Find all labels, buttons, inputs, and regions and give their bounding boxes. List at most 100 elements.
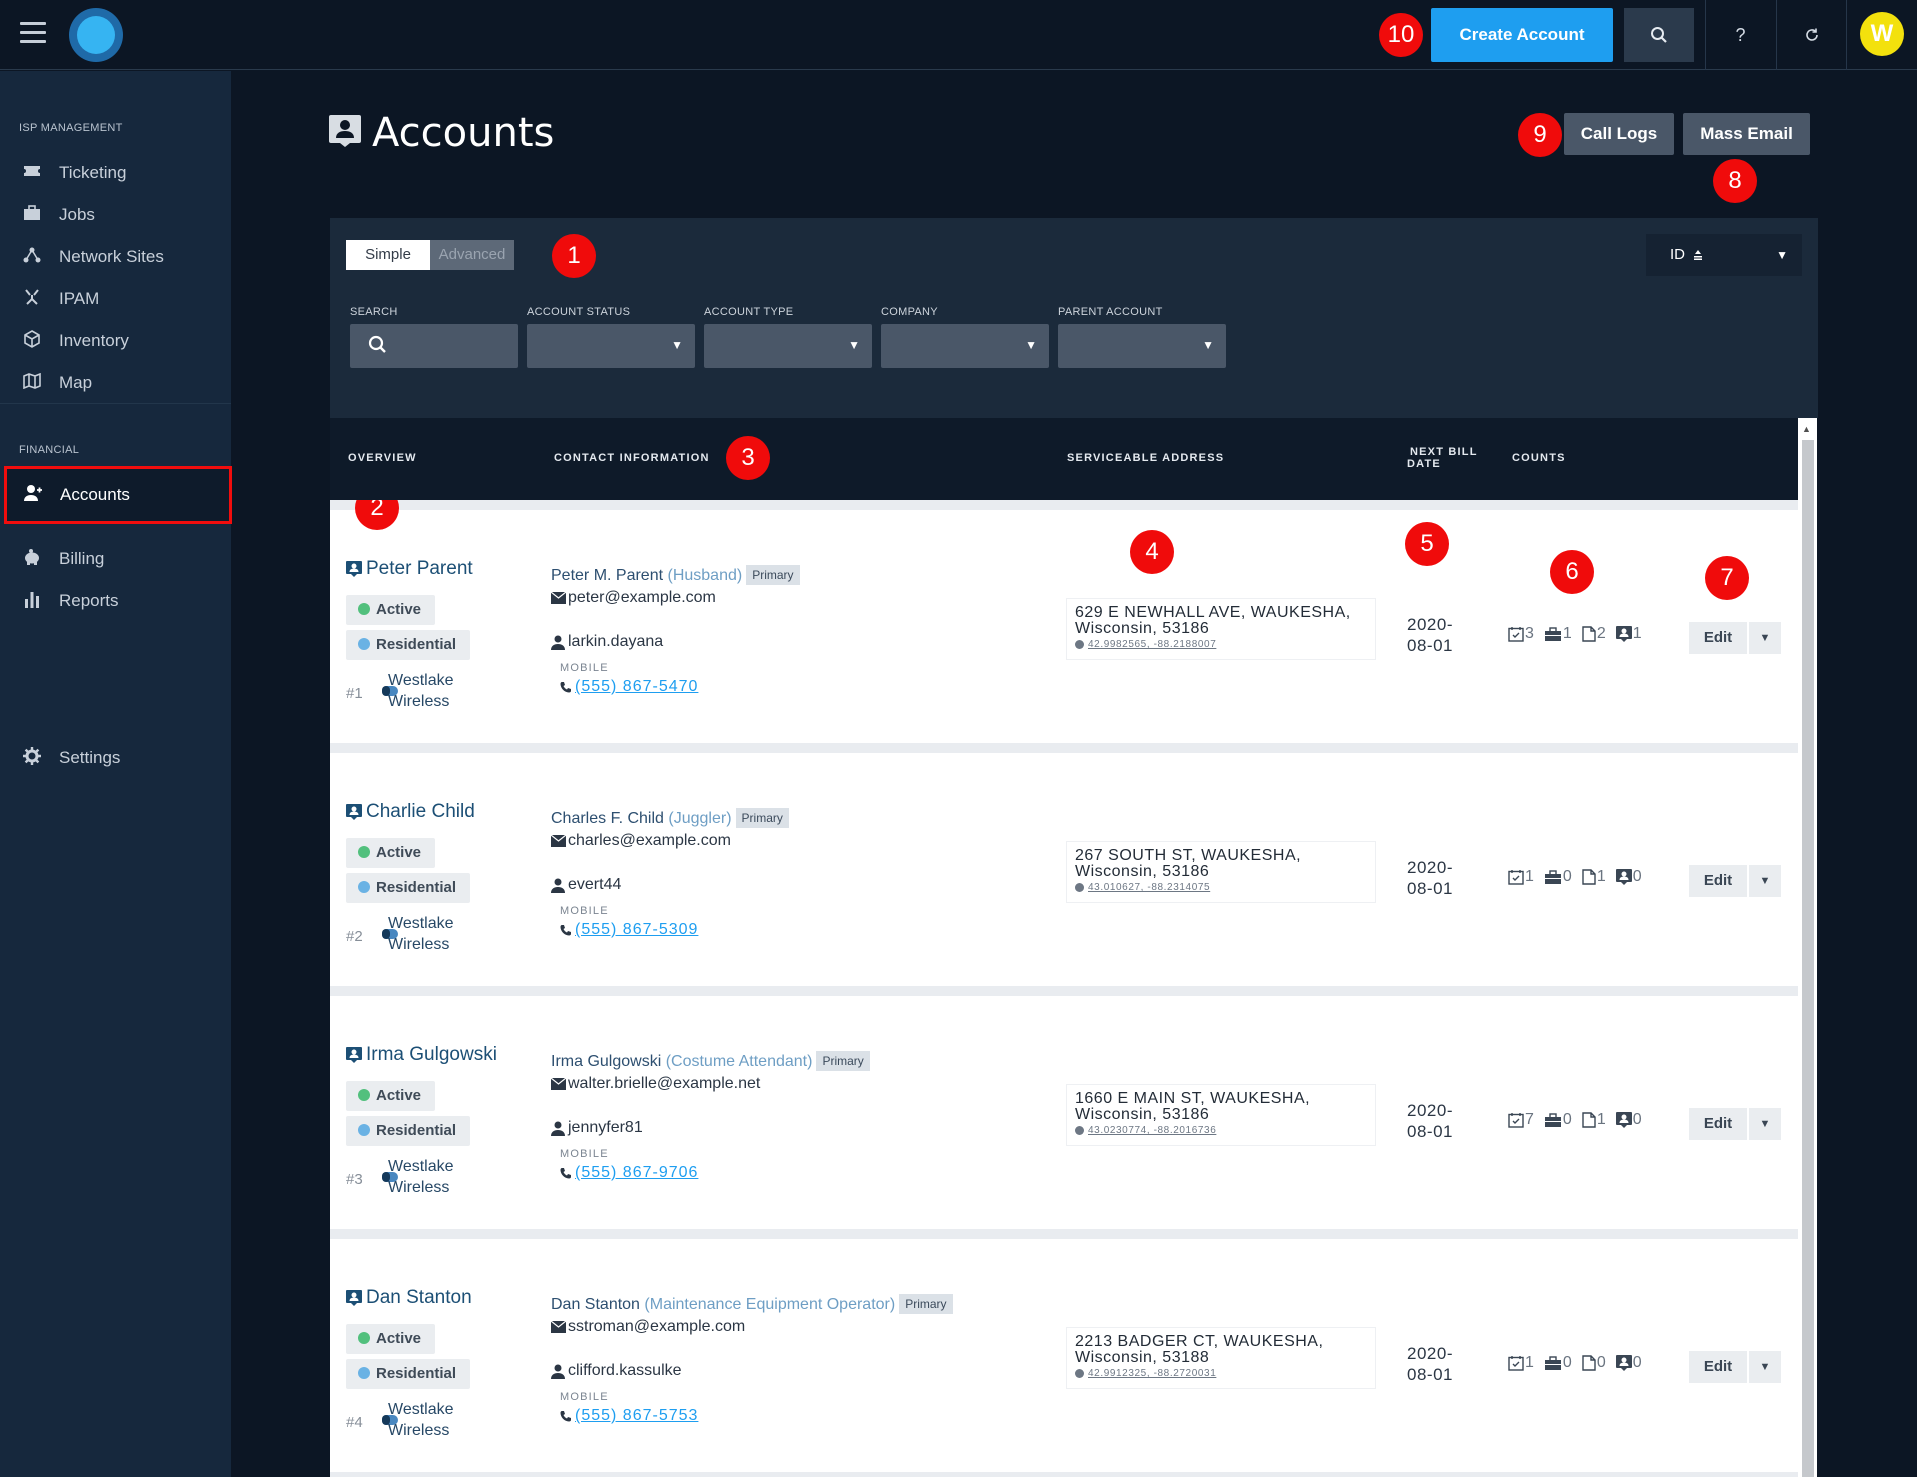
edit-dropdown-chevron-icon[interactable]: ▼ — [1749, 1351, 1781, 1383]
tasks-count[interactable]: 1 — [1508, 868, 1534, 886]
edit-button[interactable]: Edit — [1689, 865, 1747, 897]
sidebar-item-reports[interactable]: Reports — [0, 576, 231, 626]
status-badge: Active — [346, 595, 436, 625]
edit-button[interactable]: Edit — [1689, 1108, 1747, 1140]
edit-button[interactable]: Edit — [1689, 622, 1747, 654]
table-scrollbar[interactable]: ▲ — [1798, 418, 1817, 1477]
contact-name[interactable]: Dan Stanton (Maintenance Equipment Opera… — [551, 1294, 953, 1314]
tickets-count[interactable]: 1 — [1615, 625, 1642, 643]
user-icon — [551, 635, 565, 650]
serviceable-address: 1660 E MAIN ST, WAUKESHA, Wisconsin, 531… — [1066, 1084, 1376, 1146]
contact-phone-link[interactable]: (555) 867-5309 — [560, 921, 698, 939]
simple-mode-tab[interactable]: Simple — [346, 240, 430, 270]
contact-full-name: Peter M. Parent — [551, 567, 664, 584]
jobs-count[interactable]: 0 — [1544, 868, 1572, 886]
contact-phone-link[interactable]: (555) 867-9706 — [560, 1164, 698, 1182]
search-icon — [368, 335, 386, 353]
advanced-mode-tab[interactable]: Advanced — [430, 240, 514, 270]
account-name-link[interactable]: Dan Stanton — [346, 1287, 472, 1309]
sidebar-divider — [0, 403, 231, 404]
tickets-count-value: 0 — [1632, 868, 1642, 885]
sidebar-item-label: Jobs — [59, 205, 95, 224]
create-account-button[interactable]: Create Account — [1431, 8, 1613, 62]
account-status-select[interactable]: ▼ — [527, 324, 695, 368]
sort-select[interactable]: ID ▼ — [1646, 234, 1802, 276]
account-name-link[interactable]: Peter Parent — [346, 558, 473, 580]
documents-count[interactable]: 2 — [1582, 625, 1606, 643]
account-name-link[interactable]: Charlie Child — [346, 801, 475, 823]
status-badge-label: Active — [376, 1330, 422, 1347]
avatar[interactable]: W — [1860, 12, 1904, 56]
page-title: Accounts — [372, 110, 555, 156]
jobs-count[interactable]: 0 — [1544, 1111, 1572, 1129]
edit-dropdown-chevron-icon[interactable]: ▼ — [1749, 1108, 1781, 1140]
documents-count[interactable]: 0 — [1582, 1354, 1606, 1372]
company-name[interactable]: Westlake Wireless — [388, 913, 454, 955]
call-logs-button[interactable]: Call Logs — [1564, 113, 1674, 155]
company-name[interactable]: Westlake Wireless — [388, 670, 454, 712]
sidebar-section-isp-management: ISP MANAGEMENT — [19, 122, 123, 134]
help-button[interactable]: ? — [1705, 0, 1775, 70]
briefcase-icon — [1544, 1112, 1561, 1127]
address-coordinates-link[interactable]: 42.9982565, -88.2188007 — [1075, 639, 1367, 650]
documents-count[interactable]: 1 — [1582, 868, 1606, 886]
company-name[interactable]: Westlake Wireless — [388, 1399, 454, 1441]
scroll-up-arrow-icon[interactable]: ▲ — [1802, 424, 1811, 434]
tickets-count[interactable]: 0 — [1615, 1354, 1642, 1372]
annotation-marker-1: 1 — [552, 234, 596, 278]
company-label: COMPANY — [881, 306, 938, 318]
sidebar: ISP MANAGEMENT Ticketing Jobs Network Si… — [0, 71, 232, 1477]
company-select[interactable]: ▼ — [881, 324, 1049, 368]
contact-email[interactable]: walter.brielle@example.net — [551, 1075, 760, 1093]
contact-phone-link[interactable]: (555) 867-5470 — [560, 678, 698, 696]
contact-name[interactable]: Irma Gulgowski (Costume Attendant) Primar… — [551, 1051, 870, 1071]
address-coordinates-link[interactable]: 43.0230774, -88.2016736 — [1075, 1125, 1367, 1136]
sidebar-item-accounts[interactable]: Accounts — [4, 466, 232, 524]
search-mode-toggle[interactable]: Simple Advanced — [346, 240, 514, 270]
jobs-count[interactable]: 1 — [1544, 625, 1572, 643]
tickets-count[interactable]: 0 — [1615, 1111, 1642, 1129]
coordinates-text: 43.0230774, -88.2016736 — [1088, 1125, 1217, 1136]
tickets-count[interactable]: 0 — [1615, 868, 1642, 886]
contact-phone-link[interactable]: (555) 867-5753 — [560, 1407, 698, 1425]
contact-name[interactable]: Peter M. Parent (Husband) Primary — [551, 565, 800, 585]
global-search-button[interactable] — [1624, 8, 1694, 62]
ticket-icon — [20, 164, 44, 183]
account-name-link[interactable]: Irma Gulgowski — [346, 1044, 497, 1066]
sidebar-item-settings[interactable]: Settings — [0, 733, 231, 783]
contact-name[interactable]: Charles F. Child (Juggler) Primary — [551, 808, 789, 828]
refresh-button[interactable] — [1776, 0, 1846, 70]
address-coordinates-link[interactable]: 42.9912325, -88.2720031 — [1075, 1368, 1367, 1379]
search-input[interactable] — [350, 324, 518, 368]
parent-account-select[interactable]: ▼ — [1058, 324, 1226, 368]
contact-email[interactable]: sstroman@example.com — [551, 1318, 745, 1336]
hamburger-menu-icon[interactable] — [20, 22, 46, 44]
sidebar-section-financial: FINANCIAL — [19, 444, 80, 456]
sidebar-item-map[interactable]: Map — [0, 358, 231, 408]
bill-date-line1: 2020- — [1407, 615, 1453, 634]
documents-count[interactable]: 1 — [1582, 1111, 1606, 1129]
briefcase-icon — [1544, 1355, 1561, 1370]
account-book-icon — [346, 1047, 362, 1063]
user-menu[interactable]: W — [1846, 0, 1917, 70]
app-logo[interactable] — [69, 8, 123, 62]
contact-email[interactable]: peter@example.com — [551, 589, 716, 607]
address-coordinates-link[interactable]: 43.010627, -88.2314075 — [1075, 882, 1367, 893]
scrollbar-thumb[interactable] — [1802, 440, 1814, 1477]
account-type-select[interactable]: ▼ — [704, 324, 872, 368]
status-badge-label: Active — [376, 1087, 422, 1104]
edit-dropdown-chevron-icon[interactable]: ▼ — [1749, 865, 1781, 897]
table-row: Peter Parent Active Residential #1 Westl… — [330, 510, 1798, 743]
contact-email-text: sstroman@example.com — [568, 1318, 746, 1335]
tasks-count[interactable]: 7 — [1508, 1111, 1534, 1129]
company-name[interactable]: Westlake Wireless — [388, 1156, 454, 1198]
tasks-count[interactable]: 1 — [1508, 1354, 1534, 1372]
contact-email[interactable]: charles@example.com — [551, 832, 731, 850]
edit-dropdown-chevron-icon[interactable]: ▼ — [1749, 622, 1781, 654]
sort-select-value: ID — [1670, 246, 1685, 263]
edit-button[interactable]: Edit — [1689, 1351, 1747, 1383]
tasks-count[interactable]: 3 — [1508, 625, 1534, 643]
phone-icon — [560, 1168, 571, 1179]
mass-email-button[interactable]: Mass Email — [1683, 113, 1810, 155]
jobs-count[interactable]: 0 — [1544, 1354, 1572, 1372]
